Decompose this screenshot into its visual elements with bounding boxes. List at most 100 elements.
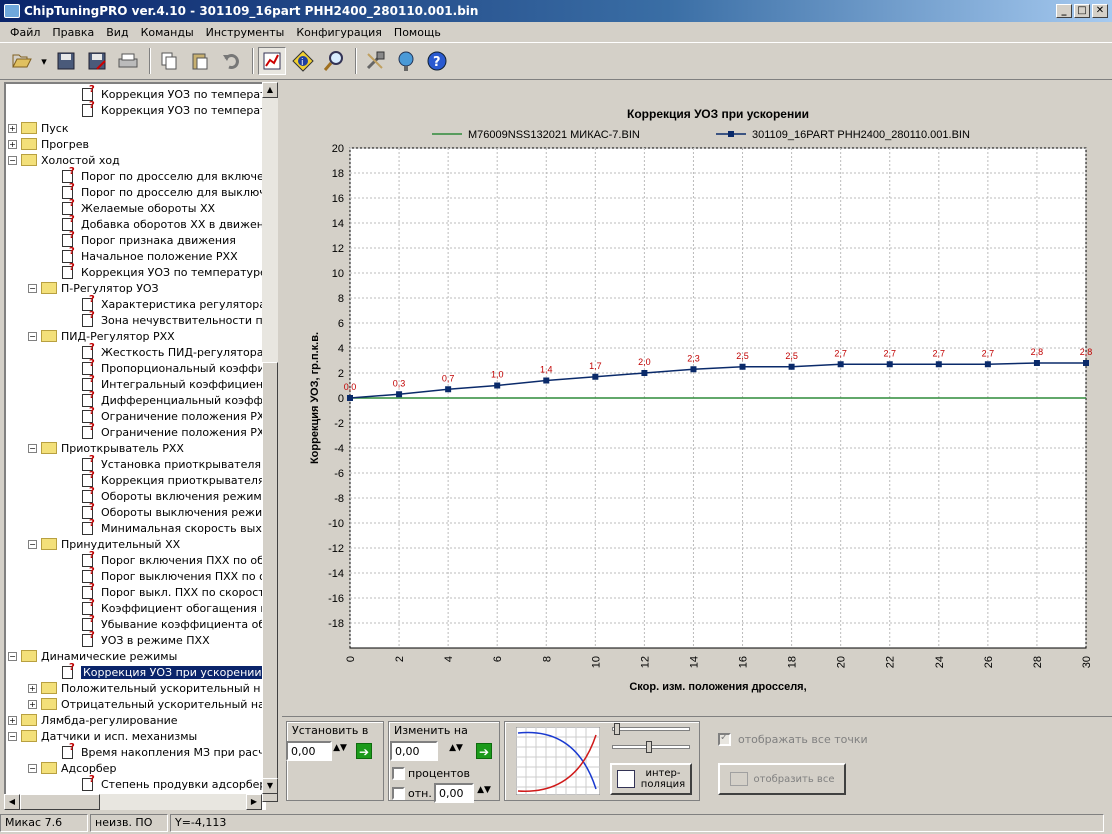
expand-icon[interactable]: + <box>28 683 37 693</box>
tree-item[interactable]: Добавка оборотов ХХ в движении <box>48 214 264 232</box>
tree-item[interactable]: Ограничение положения РХХ <box>68 406 264 424</box>
tree-item[interactable]: Коэффициент обогащения при <box>68 598 264 616</box>
collapse-icon[interactable]: − <box>28 539 37 549</box>
copy-icon[interactable] <box>155 47 183 75</box>
tree-item[interactable]: Порог выключения ПХХ по об <box>68 566 264 584</box>
tree-folder[interactable]: − ПИД-Регулятор РХХ <box>28 328 175 344</box>
relative-checkbox[interactable] <box>392 787 405 800</box>
save-icon[interactable] <box>52 47 80 75</box>
collapse-icon[interactable]: − <box>28 283 37 293</box>
interpolation-button[interactable]: интер- поляция <box>610 763 692 795</box>
print-icon[interactable] <box>114 47 142 75</box>
expand-icon[interactable]: + <box>28 699 37 709</box>
tree-folder[interactable]: − Адсорбер <box>28 760 116 776</box>
scroll-thumb[interactable] <box>262 362 278 802</box>
save-as-icon[interactable] <box>83 47 111 75</box>
change-value-spinner[interactable]: ▲▼ <box>448 743 464 759</box>
collapse-icon[interactable]: − <box>8 651 17 661</box>
chart-icon[interactable] <box>258 47 286 75</box>
collapse-icon[interactable]: − <box>28 331 37 341</box>
chart[interactable]: 20181614121086420-2-4-6-8-10-12-14-16-18… <box>282 84 1112 714</box>
search-icon[interactable] <box>320 47 348 75</box>
tree-item[interactable]: Минимальная скорость выход <box>68 518 264 536</box>
slider-1-track[interactable] <box>612 727 690 731</box>
tree-item[interactable]: Убывание коэффициента обо <box>68 614 264 632</box>
tree-item[interactable]: Обороты включения режима п <box>68 486 264 504</box>
tree-item[interactable]: Время накопления МЗ при расчет <box>48 742 264 760</box>
scroll-up-button[interactable]: ▲ <box>262 82 278 98</box>
tree-item[interactable]: Коррекция УОЗ по температу <box>68 100 264 118</box>
tree-item[interactable]: Пропорциональный коэффици <box>68 358 264 376</box>
tree-item[interactable]: Жесткость ПИД-регулятора с <box>68 342 264 360</box>
tree-vertical-scrollbar[interactable]: ▲ ▼ <box>262 82 278 802</box>
tree-item[interactable]: Начальное положение РХХ <box>48 246 238 264</box>
tree-item[interactable]: Порог по дросселю для выключен <box>48 182 264 200</box>
set-value-spinner[interactable]: ▲▼ <box>332 743 348 759</box>
menu-commands[interactable]: Команды <box>135 26 200 39</box>
slider-1-thumb[interactable] <box>614 723 620 735</box>
scroll-down-button[interactable]: ▼ <box>262 778 278 794</box>
tree-item[interactable]: Порог по дросселю для включени <box>48 166 264 184</box>
minimize-button[interactable]: _ <box>1056 4 1072 18</box>
menu-edit[interactable]: Правка <box>46 26 100 39</box>
tree-folder[interactable]: + Пуск <box>8 120 68 136</box>
show-all-button[interactable]: отобразить все <box>718 763 846 795</box>
tree-folder[interactable]: + Прогрев <box>8 136 89 152</box>
paste-icon[interactable] <box>186 47 214 75</box>
collapse-icon[interactable]: − <box>28 763 37 773</box>
info-icon[interactable]: i <box>289 47 317 75</box>
network-icon[interactable] <box>392 47 420 75</box>
apply-change-icon[interactable]: ➔ <box>476 743 492 759</box>
tree-item[interactable]: Коррекция УОЗ по температуре С <box>48 262 264 280</box>
expand-icon[interactable]: + <box>8 139 17 149</box>
relative-value-input[interactable]: 0,00 <box>434 783 474 803</box>
close-button[interactable]: ✕ <box>1092 4 1108 18</box>
menu-help[interactable]: Помощь <box>388 26 447 39</box>
tree-item[interactable]: Дифференциальный коэффи <box>68 390 264 408</box>
set-value-input[interactable]: 0,00 <box>286 741 332 761</box>
menu-file[interactable]: Файл <box>4 26 46 39</box>
undo-icon[interactable] <box>217 47 245 75</box>
tree-item[interactable]: Порог включения ПХХ по обор <box>68 550 264 568</box>
tree-folder[interactable]: − Приоткрыватель РХХ <box>28 440 184 456</box>
collapse-icon[interactable]: − <box>28 443 37 453</box>
help-icon[interactable]: ? <box>423 47 451 75</box>
scroll-left-button[interactable]: ◀ <box>4 794 20 810</box>
percent-checkbox[interactable] <box>392 767 405 780</box>
tree-item[interactable]: Степень продувки адсорбера <box>68 774 264 792</box>
menu-view[interactable]: Вид <box>100 26 134 39</box>
tree-item[interactable]: Коррекция УОЗ при ускорении <box>48 662 264 680</box>
open-icon[interactable] <box>8 47 36 75</box>
tree-view[interactable]: Коррекция УОЗ по температу Коррекция УОЗ … <box>4 82 266 810</box>
tree-folder[interactable]: − Динамические режимы <box>8 648 177 664</box>
collapse-icon[interactable]: − <box>8 155 17 165</box>
tree-horizontal-scrollbar[interactable]: ◀ ▶ <box>4 794 262 810</box>
tree-folder[interactable]: − Холостой ход <box>8 152 120 168</box>
tools-icon[interactable] <box>361 47 389 75</box>
tree-folder[interactable]: + Отрицательный ускорительный на <box>28 696 264 712</box>
tree-item[interactable]: Обороты выключения режима <box>68 502 264 520</box>
tree-folder[interactable]: − Датчики и исп. механизмы <box>8 728 197 744</box>
tree-folder[interactable]: + Положительный ускорительный н <box>28 680 261 696</box>
hscroll-thumb[interactable] <box>20 794 100 810</box>
tree-item[interactable]: Характеристика регулятора У <box>68 294 264 312</box>
tree-item[interactable]: Коррекция приоткрывателя Р <box>68 470 264 488</box>
expand-icon[interactable]: + <box>8 123 17 133</box>
change-value-input[interactable]: 0,00 <box>390 741 438 761</box>
tree-item[interactable]: Порог выкл. ПХХ по скорости <box>68 582 264 600</box>
relative-value-spinner[interactable]: ▲▼ <box>476 785 492 801</box>
tree-item[interactable]: Зона нечувствительности по с <box>68 310 264 328</box>
show-all-points-checkbox[interactable]: ✓ <box>718 732 731 746</box>
scroll-right-button[interactable]: ▶ <box>246 794 262 810</box>
expand-icon[interactable]: + <box>8 715 17 725</box>
tree-item[interactable]: УОЗ в режиме ПХХ <box>68 630 210 648</box>
tree-item[interactable]: Установка приоткрывателя Р <box>68 454 264 472</box>
tree-item[interactable]: Интегральный коэффициент р <box>68 374 264 392</box>
collapse-icon[interactable]: − <box>8 731 17 741</box>
menu-tools[interactable]: Инструменты <box>200 26 291 39</box>
slider-2-thumb[interactable] <box>646 741 652 753</box>
apply-set-icon[interactable]: ➔ <box>356 743 372 759</box>
maximize-button[interactable]: □ <box>1074 4 1090 18</box>
tree-item[interactable]: Ограничение положения РХХ <box>68 422 264 440</box>
tree-folder[interactable]: − Принудительный ХХ <box>28 536 180 552</box>
